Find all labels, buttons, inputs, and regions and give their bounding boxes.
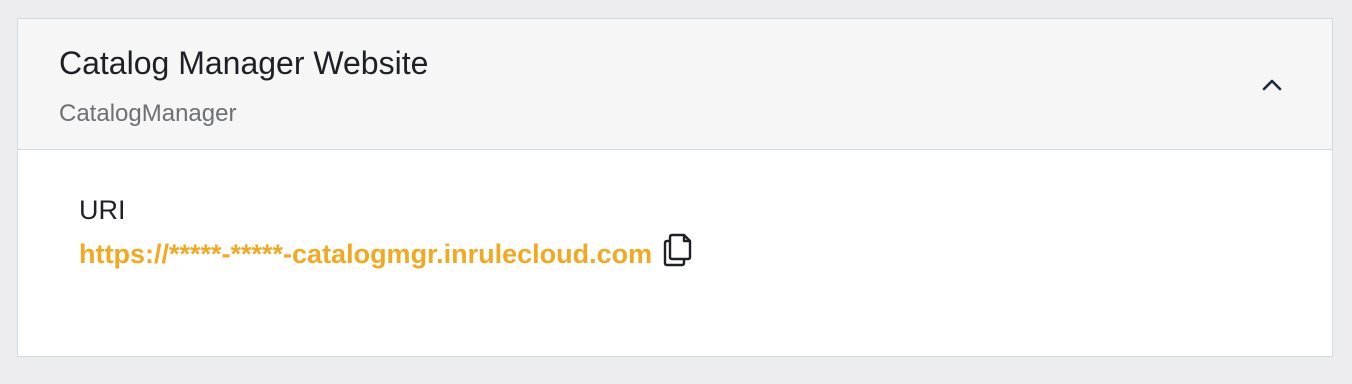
catalog-manager-card: Catalog Manager Website CatalogManager U… bbox=[17, 18, 1333, 357]
card-subtitle: CatalogManager bbox=[59, 100, 237, 127]
card-header[interactable]: Catalog Manager Website CatalogManager bbox=[18, 19, 1332, 150]
uri-row: https://*****-*****-catalogmgr.inruleclo… bbox=[79, 233, 692, 272]
uri-label: URI bbox=[79, 195, 126, 225]
collapse-toggle-button[interactable] bbox=[1258, 71, 1286, 99]
card-body: URI https://*****-*****-catalogmgr.inrul… bbox=[18, 150, 1332, 356]
card-title: Catalog Manager Website bbox=[59, 45, 429, 81]
uri-link[interactable]: https://*****-*****-catalogmgr.inruleclo… bbox=[79, 236, 652, 272]
copy-icon bbox=[663, 233, 692, 267]
copy-uri-button[interactable] bbox=[662, 233, 692, 267]
chevron-up-icon bbox=[1262, 79, 1282, 91]
